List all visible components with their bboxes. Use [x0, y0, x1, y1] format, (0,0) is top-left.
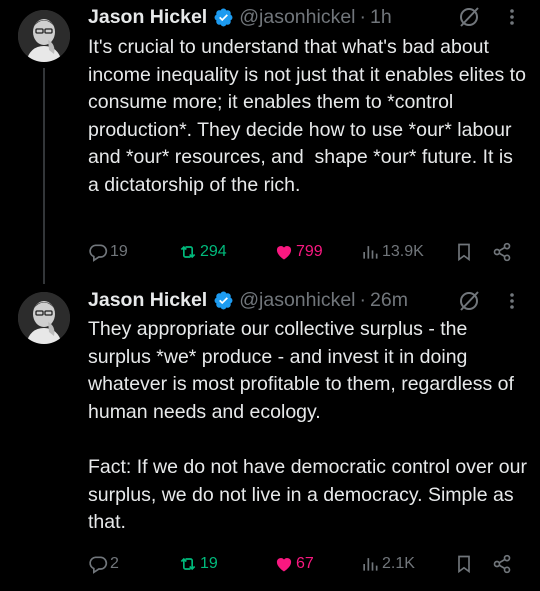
- author-handle[interactable]: @jasonhickel: [239, 6, 355, 29]
- separator-dot: ·: [359, 288, 367, 311]
- grok-icon[interactable]: [457, 5, 481, 29]
- timestamp[interactable]: 1h: [370, 6, 392, 29]
- reply-icon: [89, 556, 108, 574]
- retweet-icon: [180, 245, 196, 259]
- tweet-actions: 19 294 799 13.9K: [88, 240, 528, 264]
- verified-badge-icon: [214, 8, 233, 26]
- like-count: 67: [296, 555, 314, 572]
- views-button[interactable]: 13.9K: [360, 240, 424, 264]
- verified-badge-icon: [214, 291, 233, 309]
- retweet-count: 294: [200, 243, 227, 260]
- reply-count: 19: [110, 243, 128, 260]
- tweet-actions: 2 19 67 2.1K: [88, 552, 528, 576]
- bookmark-icon[interactable]: [454, 554, 474, 574]
- share-icon[interactable]: [492, 554, 512, 574]
- like-count: 799: [296, 243, 323, 260]
- retweet-count: 19: [200, 555, 218, 572]
- heart-icon: [276, 246, 292, 260]
- avatar-photo-icon: [18, 10, 70, 62]
- timestamp[interactable]: 26m: [370, 289, 408, 312]
- avatar[interactable]: [18, 292, 70, 344]
- reply-button[interactable]: 2: [88, 552, 119, 576]
- tweet-text: They appropriate our collective surplus …: [88, 318, 527, 534]
- reply-button[interactable]: 19: [88, 240, 128, 264]
- more-options-icon[interactable]: [504, 5, 520, 29]
- like-button[interactable]: 799: [274, 240, 323, 264]
- avatar-photo-icon: [18, 292, 70, 344]
- more-options-icon[interactable]: [504, 289, 520, 313]
- share-icon[interactable]: [492, 242, 512, 262]
- retweet-icon: [180, 557, 196, 571]
- separator-dot: ·: [359, 5, 367, 28]
- tweet-text: It's crucial to understand that what's b…: [88, 36, 532, 196]
- thread-connector-line: [43, 68, 45, 284]
- heart-icon: [276, 558, 292, 572]
- tweet-header: Jason Hickel @jasonhickel · 1h: [88, 4, 392, 30]
- author-name[interactable]: Jason Hickel: [88, 289, 207, 312]
- views-count: 2.1K: [382, 555, 415, 572]
- views-count: 13.9K: [382, 243, 424, 260]
- bookmark-icon[interactable]: [454, 242, 474, 262]
- reply-icon: [89, 244, 108, 262]
- retweet-button[interactable]: 294: [178, 240, 227, 264]
- views-icon: [363, 558, 378, 571]
- avatar[interactable]: [18, 10, 70, 62]
- grok-icon[interactable]: [457, 289, 481, 313]
- author-handle[interactable]: @jasonhickel: [239, 289, 355, 312]
- reply-count: 2: [110, 555, 119, 572]
- author-name[interactable]: Jason Hickel: [88, 6, 207, 29]
- views-button[interactable]: 2.1K: [360, 552, 415, 576]
- views-icon: [363, 246, 378, 259]
- retweet-button[interactable]: 19: [178, 552, 218, 576]
- tweet-header: Jason Hickel @jasonhickel · 26m: [88, 287, 408, 313]
- like-button[interactable]: 67: [274, 552, 314, 576]
